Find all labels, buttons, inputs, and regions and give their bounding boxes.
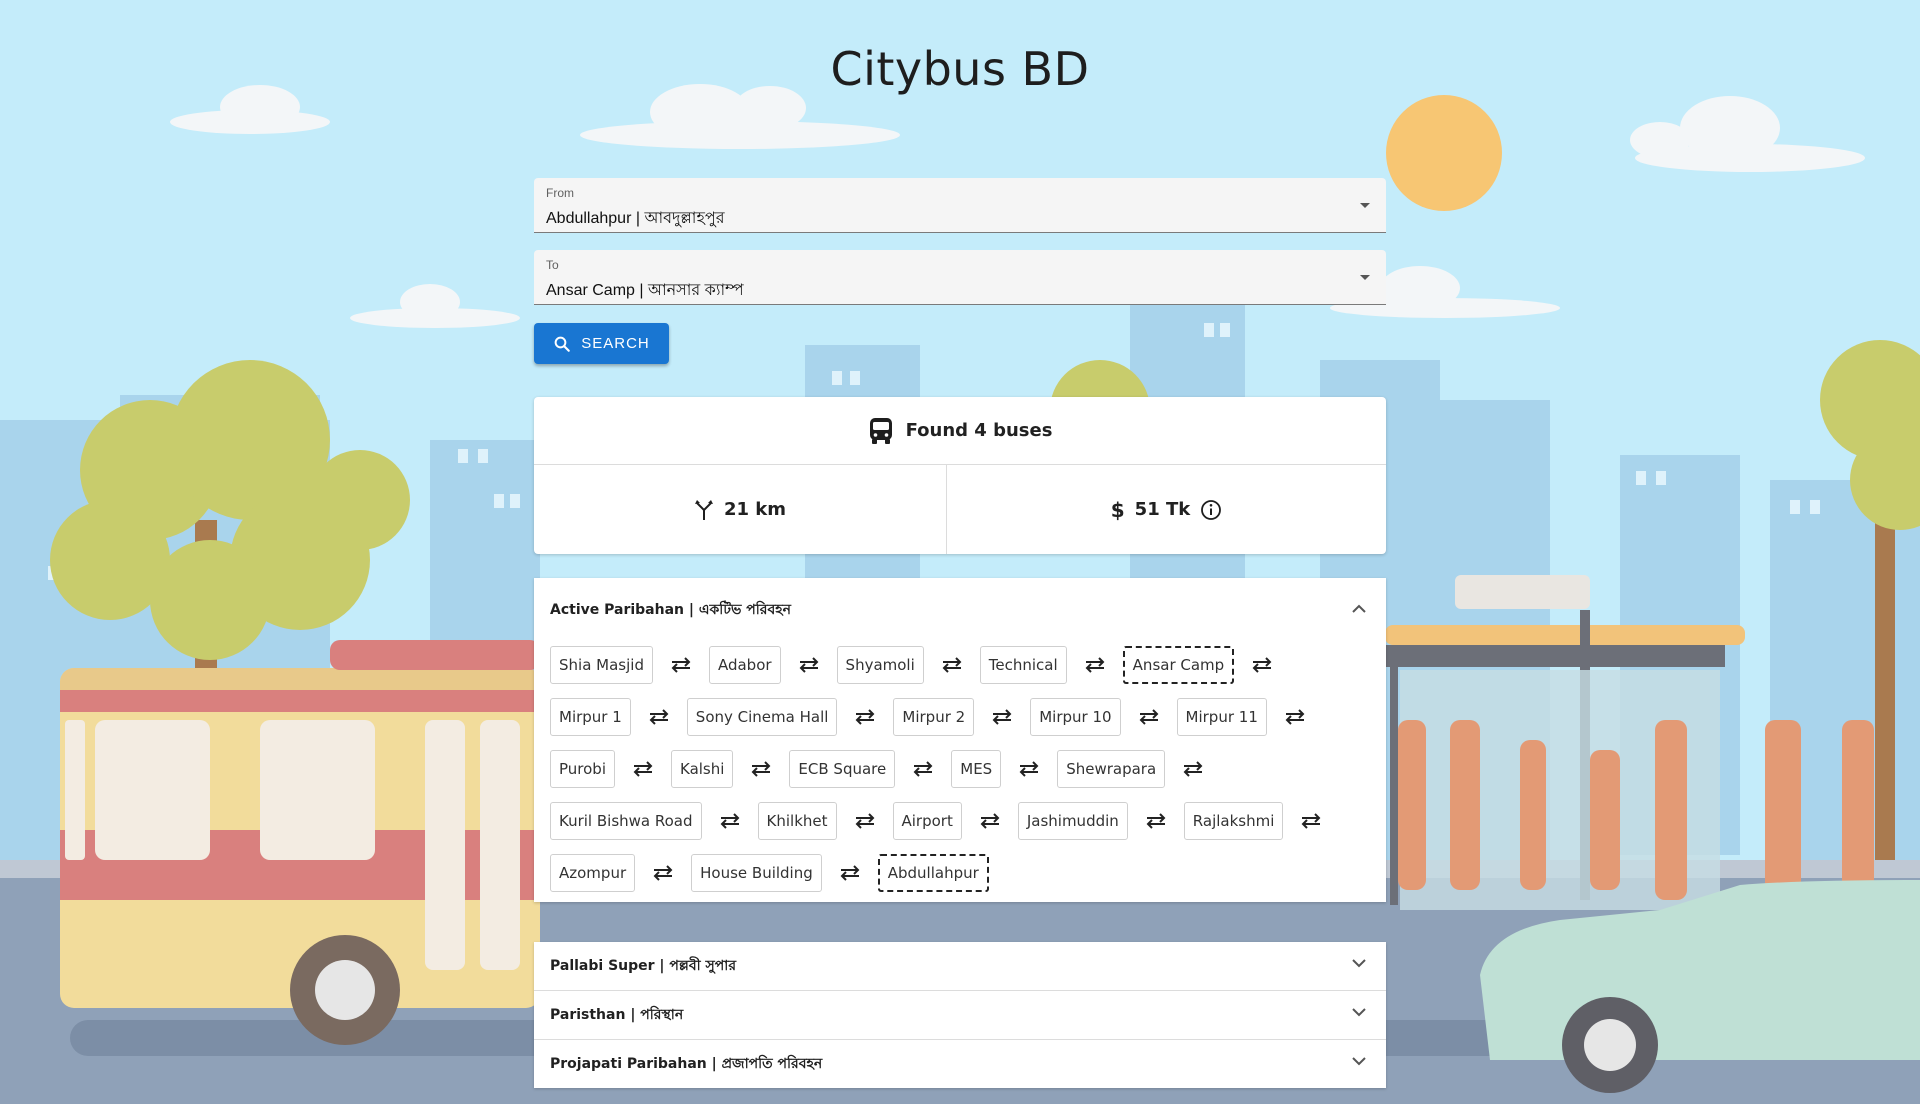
bus-panel-active-paribahan: Active Paribahan | একটিভ পরিবহন Shia Mas… bbox=[534, 578, 1386, 902]
swap-arrows-icon bbox=[631, 698, 687, 736]
stop-chip[interactable]: House Building bbox=[691, 854, 822, 892]
chevron-down-icon[interactable] bbox=[1352, 1007, 1366, 1017]
stop-chip[interactable]: Shia Masjid bbox=[550, 646, 653, 684]
stop-chip[interactable]: Adabor bbox=[708, 646, 781, 684]
stop-chip[interactable]: Sony Cinema Hall bbox=[686, 698, 838, 736]
chevron-down-icon[interactable] bbox=[1352, 1056, 1366, 1066]
swap-arrows-icon bbox=[1001, 750, 1057, 788]
bus-name: Pallabi Super | পল্লবী সুপার bbox=[550, 958, 737, 974]
chevron-up-icon[interactable] bbox=[1352, 604, 1366, 614]
fare-value: 51 Tk bbox=[1134, 499, 1191, 520]
dollar-icon: $ bbox=[1110, 497, 1125, 522]
bus-panel-header[interactable]: Paristhan | পরিস্থান bbox=[534, 991, 1386, 1039]
stop-chip[interactable]: Technical bbox=[979, 646, 1067, 684]
swap-arrows-icon bbox=[1165, 750, 1221, 788]
to-label: To bbox=[546, 258, 559, 272]
swap-arrows-icon bbox=[1267, 698, 1323, 736]
info-icon[interactable] bbox=[1200, 499, 1222, 521]
stop-chip[interactable]: Mirpur 11 bbox=[1176, 698, 1267, 736]
swap-arrows-icon bbox=[895, 750, 951, 788]
stop-chip[interactable]: Abdullahpur bbox=[877, 854, 989, 892]
swap-arrows-icon bbox=[1234, 646, 1290, 684]
result-summary-card: Found 4 buses 21 km $ 51 Tk bbox=[534, 397, 1386, 554]
swap-arrows-icon bbox=[1283, 802, 1339, 840]
to-value: Ansar Camp | আনসার ক্যাম্প bbox=[546, 282, 744, 299]
swap-arrows-icon bbox=[1067, 646, 1123, 684]
dropdown-arrow-icon[interactable] bbox=[1360, 203, 1370, 208]
stop-chip[interactable]: Rajlakshmi bbox=[1183, 802, 1284, 840]
swap-arrows-icon bbox=[924, 646, 980, 684]
stop-chip[interactable]: Khilkhet bbox=[757, 802, 837, 840]
swap-arrows-icon bbox=[837, 698, 893, 736]
stop-chip[interactable]: Purobi bbox=[550, 750, 615, 788]
search-button[interactable]: SEARCH bbox=[534, 323, 669, 364]
swap-arrows-icon bbox=[1121, 698, 1177, 736]
bus-panel-header[interactable]: Active Paribahan | একটিভ পরিবহন bbox=[534, 578, 1386, 642]
search-icon bbox=[554, 336, 571, 352]
from-value: Abdullahpur | আবদুল্লাহপুর bbox=[546, 210, 725, 227]
app-title: Citybus BD bbox=[830, 42, 1090, 96]
swap-arrows-icon bbox=[1128, 802, 1184, 840]
stop-chip[interactable]: Ansar Camp bbox=[1122, 646, 1235, 684]
swap-arrows-icon bbox=[653, 646, 709, 684]
swap-arrows-icon bbox=[837, 802, 893, 840]
distance-value: 21 km bbox=[723, 499, 787, 520]
found-text: Found 4 buses bbox=[905, 420, 1053, 441]
swap-arrows-icon bbox=[974, 698, 1030, 736]
stop-chip[interactable]: Shyamoli bbox=[836, 646, 924, 684]
bus-name: Paristhan | পরিস্থান bbox=[550, 1007, 684, 1023]
to-select[interactable]: To Ansar Camp | আনসার ক্যাম্প bbox=[534, 250, 1386, 305]
swap-arrows-icon bbox=[635, 854, 691, 892]
bus-panel-header[interactable]: Projapati Paribahan | প্রজাপতি পরিবহন bbox=[534, 1040, 1386, 1088]
stop-chip[interactable]: MES bbox=[951, 750, 1002, 788]
chevron-down-icon[interactable] bbox=[1352, 958, 1366, 968]
stop-chip[interactable]: ECB Square bbox=[789, 750, 896, 788]
fare-cell: $ 51 Tk bbox=[947, 465, 1386, 554]
stop-chip[interactable]: Kuril Bishwa Road bbox=[550, 802, 702, 840]
bus-name: Active Paribahan | একটিভ পরিবহন bbox=[550, 602, 791, 618]
bus-name: Projapati Paribahan | প্রজাপতি পরিবহন bbox=[550, 1056, 823, 1072]
route-fork-icon bbox=[694, 499, 713, 520]
swap-arrows-icon bbox=[962, 802, 1018, 840]
bus-panel-header[interactable]: Pallabi Super | পল্লবী সুপার bbox=[534, 942, 1386, 990]
distance-cell: 21 km bbox=[534, 465, 947, 554]
found-header: Found 4 buses bbox=[534, 397, 1386, 465]
swap-arrows-icon bbox=[615, 750, 671, 788]
stop-chip[interactable]: Kalshi bbox=[671, 750, 734, 788]
swap-arrows-icon bbox=[781, 646, 837, 684]
stop-chip[interactable]: Mirpur 1 bbox=[550, 698, 631, 736]
stop-chip[interactable]: Shewrapara bbox=[1057, 750, 1166, 788]
swap-arrows-icon bbox=[822, 854, 878, 892]
from-label: From bbox=[546, 186, 574, 200]
stop-chip[interactable]: Airport bbox=[892, 802, 962, 840]
stop-chip[interactable]: Mirpur 2 bbox=[893, 698, 975, 736]
search-label: SEARCH bbox=[581, 335, 650, 352]
stop-chip[interactable]: Jashimuddin bbox=[1017, 802, 1128, 840]
swap-arrows-icon bbox=[702, 802, 758, 840]
from-select[interactable]: From Abdullahpur | আবদুল্লাহপুর bbox=[534, 178, 1386, 233]
bus-panel-pallabi-super: Pallabi Super | পল্লবী সুপার Paristhan |… bbox=[534, 942, 1386, 1088]
stop-chip[interactable]: Mirpur 10 bbox=[1030, 698, 1121, 736]
dropdown-arrow-icon[interactable] bbox=[1360, 275, 1370, 280]
swap-arrows-icon bbox=[733, 750, 789, 788]
route-stop-list: Shia Masjid Adabor Shyamoli Technical Ansar … bbox=[534, 642, 1386, 902]
stop-chip[interactable]: Azompur bbox=[550, 854, 636, 892]
bus-icon bbox=[869, 417, 892, 444]
